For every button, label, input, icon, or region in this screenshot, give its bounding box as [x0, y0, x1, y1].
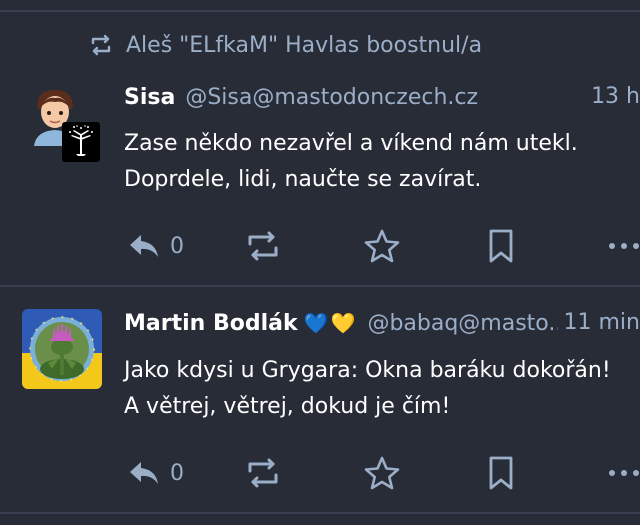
- more-options-button[interactable]: [608, 451, 640, 495]
- status-header: Martin Bodlák 💙💛 @babaq@masto... 11 min: [124, 306, 640, 340]
- star-icon: [364, 229, 400, 263]
- timestamp[interactable]: 11 min: [557, 306, 640, 340]
- content-line: Jako kdysi u Grygara: Okna baráku dokořá…: [124, 358, 611, 383]
- account-handle[interactable]: @Sisa@mastodonczech.cz: [185, 85, 478, 110]
- status-content: Jako kdysi u Grygara: Okna baráku dokořá…: [124, 353, 640, 425]
- bookmark-button[interactable]: [488, 224, 514, 268]
- boost-button[interactable]: [246, 451, 280, 495]
- retweet-icon: [88, 34, 114, 56]
- content-line: Doprdele, lidi, naučte se zavírat.: [124, 167, 482, 192]
- action-bar: 0: [124, 451, 640, 495]
- content-line: Zase někdo nezavřel a víkend nám utekl.: [124, 131, 578, 156]
- timestamp[interactable]: 13 h: [585, 80, 640, 114]
- avatar[interactable]: [22, 309, 102, 389]
- bookmark-icon: [488, 229, 514, 263]
- favourite-button[interactable]: [364, 451, 400, 495]
- boost-button[interactable]: [246, 224, 280, 268]
- boost-indicator[interactable]: Aleš "ELfkaM" Havlas boostnul/a: [88, 28, 482, 62]
- tree-logo-icon: [62, 122, 100, 162]
- heart-emoji: 💙💛: [303, 311, 358, 335]
- more-options-button[interactable]: [608, 224, 640, 268]
- display-name[interactable]: Sisa: [124, 85, 175, 110]
- account-handle[interactable]: @babaq@masto...: [367, 311, 569, 336]
- reply-count: 0: [170, 460, 184, 486]
- favourite-button[interactable]: [364, 224, 400, 268]
- bottom-divider: [0, 512, 640, 514]
- reply-button[interactable]: 0: [128, 224, 184, 268]
- post-divider: [0, 285, 640, 287]
- action-bar: 0: [124, 224, 640, 268]
- status-content: Zase někdo nezavřel a víkend nám utekl. …: [124, 126, 640, 198]
- ellipsis-icon: [608, 241, 640, 251]
- reply-icon: [128, 233, 160, 259]
- status-header: Sisa @Sisa@mastodonczech.cz 13 h: [124, 80, 640, 114]
- content-line: A větrej, větrej, dokud je čím!: [124, 394, 451, 419]
- boost-text: Aleš "ELfkaM" Havlas boostnul/a: [126, 32, 483, 58]
- bookmark-icon: [488, 456, 514, 490]
- top-divider: [0, 10, 640, 12]
- reply-icon: [128, 460, 160, 486]
- ellipsis-icon: [608, 468, 640, 478]
- bookmark-button[interactable]: [488, 451, 514, 495]
- retweet-icon: [246, 457, 280, 489]
- retweet-icon: [246, 230, 280, 262]
- display-name[interactable]: Martin Bodlák: [124, 311, 298, 336]
- star-icon: [364, 456, 400, 490]
- reply-count: 0: [170, 233, 184, 259]
- reply-button[interactable]: 0: [128, 451, 184, 495]
